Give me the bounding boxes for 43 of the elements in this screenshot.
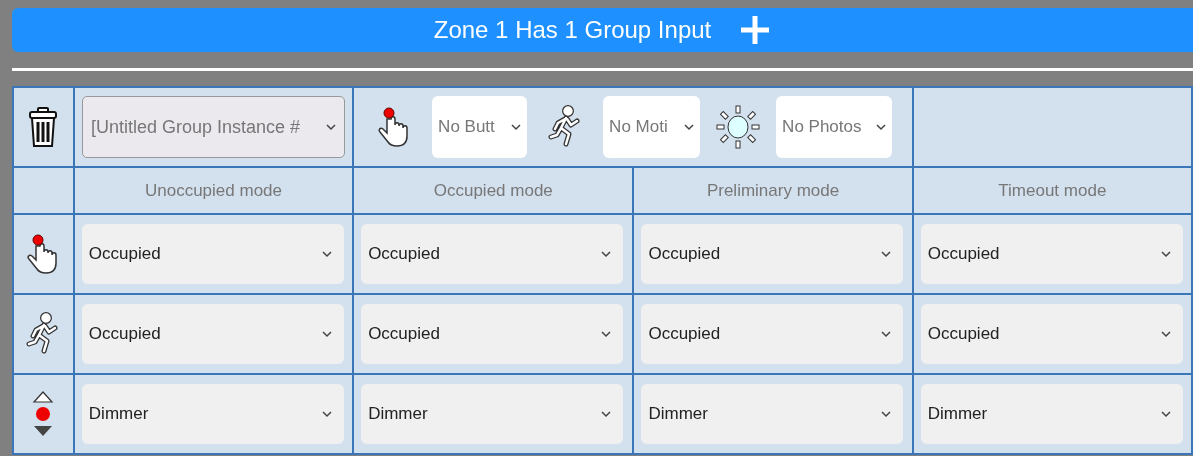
running-person-icon (26, 312, 61, 356)
column-heading: Preliminary mode (706, 179, 840, 202)
instance-dropdown[interactable]: [Untitled Group Instance # (81, 96, 345, 158)
chevron-icon (321, 410, 332, 418)
running-person-icon (548, 105, 583, 149)
chevron-icon (601, 330, 612, 338)
chevron-icon (1160, 250, 1171, 258)
sun-icon (715, 104, 762, 150)
column-heading: Unoccupied mode (144, 179, 282, 202)
chevron-icon (601, 250, 612, 258)
mode-dropdown[interactable]: Occupied (361, 304, 624, 364)
trash-icon[interactable] (28, 106, 59, 148)
column-heading: Occupied mode (433, 179, 553, 202)
chevron-icon (321, 250, 332, 258)
chevron-icon (1160, 330, 1171, 338)
chevron-icon (684, 123, 695, 131)
mode-dropdown[interactable]: Dimmer (361, 384, 624, 444)
mode-dropdown[interactable]: Occupied (81, 224, 344, 284)
chevron-icon (325, 123, 336, 131)
chevron-icon (881, 250, 892, 258)
chevron-icon (321, 330, 332, 338)
sensor-dropdown[interactable]: No Butt (432, 96, 528, 158)
mode-dropdown[interactable]: Dimmer (641, 384, 904, 444)
zone-title: Zone 1 Has 1 Group Input (433, 15, 712, 45)
chevron-icon (881, 330, 892, 338)
mode-dropdown[interactable]: Dimmer (920, 384, 1183, 444)
chevron-icon (881, 410, 892, 418)
sensor-dropdown[interactable]: No Moti (603, 96, 701, 158)
mode-dropdown[interactable]: Occupied (641, 224, 904, 284)
column-heading: Timeout mode (998, 179, 1107, 202)
mode-dropdown[interactable]: Occupied (81, 304, 344, 364)
chevron-icon (876, 123, 887, 131)
mode-dropdown[interactable]: Dimmer (81, 384, 344, 444)
chevron-icon (601, 410, 612, 418)
mode-dropdown[interactable]: Occupied (920, 224, 1183, 284)
mode-dropdown[interactable]: Occupied (641, 304, 904, 364)
mode-dropdown[interactable]: Occupied (361, 224, 624, 284)
chevron-icon (511, 123, 522, 131)
sensor-dropdown[interactable]: No Photos (776, 96, 893, 158)
add-icon[interactable] (739, 14, 772, 46)
mode-dropdown[interactable]: Occupied (920, 304, 1183, 364)
dimmer-icon (32, 390, 55, 438)
chevron-icon (1160, 410, 1171, 418)
